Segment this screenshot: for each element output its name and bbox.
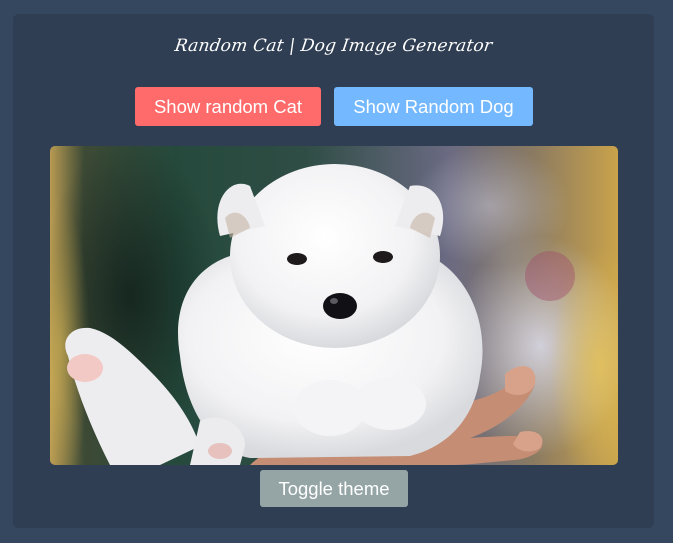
- show-random-cat-button[interactable]: Show random Cat: [135, 87, 321, 126]
- show-random-dog-button[interactable]: Show Random Dog: [334, 87, 533, 126]
- toggle-theme-button[interactable]: Toggle theme: [260, 470, 408, 507]
- generator-card: Random Cat | Dog Image Generator Show ra…: [13, 14, 654, 528]
- app-title: Random Cat | Dog Image Generator: [173, 36, 494, 56]
- random-dog-image: [50, 146, 618, 465]
